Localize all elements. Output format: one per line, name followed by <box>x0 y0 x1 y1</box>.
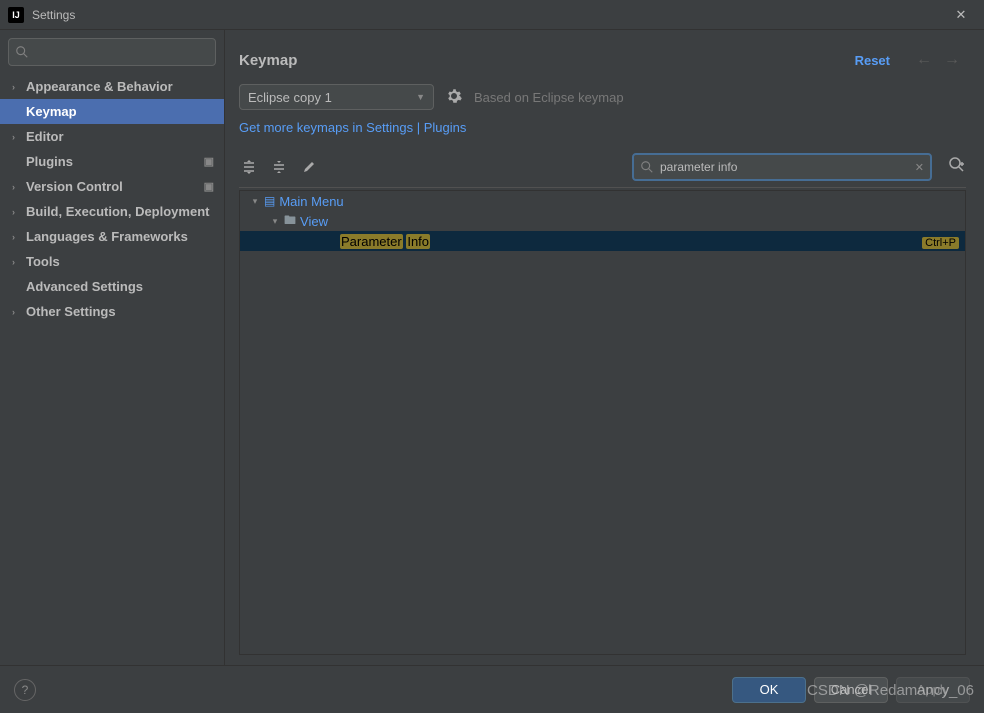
chevron-down-icon: ▾ <box>250 196 260 207</box>
chevron-down-icon: ▼ <box>416 92 425 102</box>
help-button[interactable]: ? <box>14 679 36 701</box>
tree-node-label: View <box>300 214 328 229</box>
search-icon <box>15 45 29 59</box>
sidebar-item-build-execution-deployment[interactable]: › Build, Execution, Deployment <box>0 199 224 224</box>
cancel-button[interactable]: Cancel <box>814 677 888 703</box>
find-by-shortcut-icon[interactable] <box>948 156 966 178</box>
clear-search-icon[interactable]: ✕ <box>915 161 924 174</box>
sidebar-item-keymap[interactable]: Keymap <box>0 99 224 124</box>
sidebar-item-editor[interactable]: › Editor <box>0 124 224 149</box>
expand-all-icon[interactable] <box>239 157 259 177</box>
sidebar-item-label: Advanced Settings <box>26 279 143 294</box>
page-title: Keymap <box>239 52 855 69</box>
based-on-label: Based on Eclipse keymap <box>474 90 624 105</box>
nav-forward-icon[interactable]: → <box>944 51 960 69</box>
get-more-keymaps-link[interactable]: Get more keymaps in Settings | Plugins <box>239 120 466 135</box>
chevron-right-icon: › <box>12 307 22 317</box>
sidebar-item-tools[interactable]: › Tools <box>0 249 224 274</box>
sidebar-item-languages-frameworks[interactable]: › Languages & Frameworks <box>0 224 224 249</box>
sidebar-item-label: Tools <box>26 254 60 269</box>
project-badge-icon: ▣ <box>204 180 214 193</box>
dialog-footer: ? OK Cancel Apply <box>0 665 984 713</box>
apply-button[interactable]: Apply <box>896 677 970 703</box>
titlebar: IJ Settings ✕ <box>0 0 984 30</box>
sidebar-item-label: Build, Execution, Deployment <box>26 204 209 219</box>
sidebar-item-version-control[interactable]: › Version Control ▣ <box>0 174 224 199</box>
action-search-input[interactable] <box>660 160 915 174</box>
sidebar-search[interactable] <box>8 38 216 66</box>
gear-icon[interactable] <box>446 88 462 107</box>
keymap-select-value: Eclipse copy 1 <box>248 90 332 105</box>
chevron-down-icon: ▾ <box>270 216 280 227</box>
ok-button[interactable]: OK <box>732 677 806 703</box>
chevron-right-icon: › <box>12 82 22 92</box>
action-label: Parameter Info <box>340 234 430 249</box>
sidebar-item-other-settings[interactable]: › Other Settings <box>0 299 224 324</box>
keymap-select[interactable]: Eclipse copy 1 ▼ <box>239 84 434 110</box>
sidebar-item-label: Version Control <box>26 179 123 194</box>
app-logo-icon: IJ <box>8 7 24 23</box>
tree-node-main-menu[interactable]: ▾ ▤ Main Menu <box>240 191 965 211</box>
chevron-right-icon: › <box>12 132 22 142</box>
sidebar-item-label: Editor <box>26 129 64 144</box>
reset-link[interactable]: Reset <box>855 53 890 68</box>
sidebar-item-label: Appearance & Behavior <box>26 79 173 94</box>
chevron-right-icon: › <box>12 257 22 267</box>
sidebar-item-label: Other Settings <box>26 304 116 319</box>
sidebar-item-label: Plugins <box>26 154 73 169</box>
edit-icon[interactable] <box>299 157 319 177</box>
shortcut-badge: Ctrl+P <box>922 234 959 249</box>
nav-back-icon[interactable]: ← <box>916 51 932 69</box>
sidebar-item-label: Languages & Frameworks <box>26 229 188 244</box>
close-icon[interactable]: ✕ <box>946 7 976 23</box>
folder-icon: 🖿 <box>284 211 296 232</box>
tree-node-parameter-info[interactable]: Parameter Info Ctrl+P <box>240 231 965 251</box>
main-panel: Keymap Reset ← → Eclipse copy 1 ▼ Based … <box>225 30 984 665</box>
window-title: Settings <box>32 8 946 22</box>
collapse-all-icon[interactable] <box>269 157 289 177</box>
settings-tree: › Appearance & Behavior Keymap › Editor Plugi… <box>0 74 224 665</box>
menu-icon: ▤ <box>264 194 275 208</box>
sidebar-item-appearance-behavior[interactable]: › Appearance & Behavior <box>0 74 224 99</box>
keymap-toolbar: ✕ <box>239 153 966 188</box>
keymap-results: ▾ ▤ Main Menu ▾ 🖿 View Parameter Info Ct… <box>239 190 966 655</box>
project-badge-icon: ▣ <box>204 155 214 168</box>
tree-node-view[interactable]: ▾ 🖿 View <box>240 211 965 231</box>
settings-sidebar: › Appearance & Behavior Keymap › Editor Plugi… <box>0 30 225 665</box>
chevron-right-icon: › <box>12 207 22 217</box>
sidebar-item-plugins[interactable]: Plugins ▣ <box>0 149 224 174</box>
action-search[interactable]: ✕ <box>632 153 932 181</box>
chevron-right-icon: › <box>12 182 22 192</box>
sidebar-item-advanced-settings[interactable]: Advanced Settings <box>0 274 224 299</box>
tree-node-label: Main Menu <box>279 194 343 209</box>
sidebar-item-label: Keymap <box>26 104 77 119</box>
sidebar-search-input[interactable] <box>33 45 209 59</box>
chevron-right-icon: › <box>12 232 22 242</box>
search-icon <box>640 160 654 174</box>
